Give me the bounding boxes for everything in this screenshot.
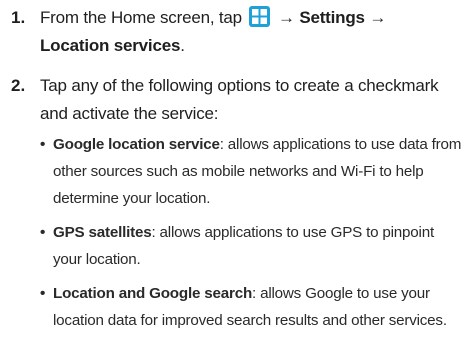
options-list: • Google location service: allows applic… <box>40 131 464 341</box>
punctuation: . <box>180 36 185 55</box>
settings-label: Settings <box>299 8 365 27</box>
option-term: Location and Google search <box>53 285 253 302</box>
step-2-text: Tap any of the following options to crea… <box>40 76 439 123</box>
bullet-icon: • <box>40 136 46 153</box>
step-number: 1. <box>11 8 26 27</box>
step-number: 2. <box>11 76 26 95</box>
list-item: • Google location service: allows applic… <box>40 131 464 212</box>
apps-grid-icon <box>249 6 271 28</box>
arrow-icon: → <box>277 8 295 27</box>
instructions-page: 1. From the Home screen, tap → Settings … <box>0 0 472 333</box>
step-2: 2. Tap any of the following options to c… <box>0 72 472 132</box>
step-1-intro: From the Home screen, tap <box>40 8 242 27</box>
step-1-text: From the Home screen, tap → Settings → L… <box>40 4 462 60</box>
location-services-label: Location services <box>40 36 181 55</box>
list-item: • Location and Google search: allows Goo… <box>40 280 464 334</box>
bullet-icon: • <box>40 224 46 241</box>
step-1: 1. From the Home screen, tap → Settings … <box>0 4 472 64</box>
option-term: Google location service <box>53 136 220 153</box>
list-item: • GPS satellites: allows applications to… <box>40 219 464 273</box>
option-term: GPS satellites <box>53 224 152 241</box>
arrow-icon: → <box>369 8 387 27</box>
bullet-icon: • <box>40 285 46 302</box>
